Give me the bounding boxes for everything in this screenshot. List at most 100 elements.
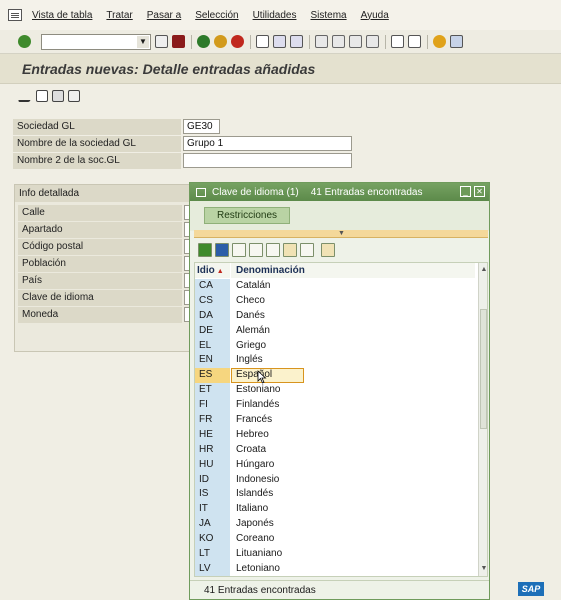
table-row[interactable]: ES Español [195,368,476,384]
menu-utilidades[interactable]: Utilidades [253,10,297,21]
table-row[interactable]: ID Indonesio [195,472,476,488]
table-row[interactable]: ET Estoniano [195,383,476,399]
prev-page-icon[interactable] [332,35,345,48]
shortcut-icon[interactable] [408,35,421,48]
menu-bar: Vista de tabla Tratar Pasar a Selección … [0,0,561,30]
moneda-label: Moneda [18,307,182,323]
table-row[interactable]: CS Checo [195,293,476,309]
table-row[interactable]: CA Catalán [195,279,476,294]
find-next-icon[interactable] [249,243,263,257]
language-key-popup: Clave de idioma (1) 41 Entradas encontra… [189,182,490,600]
nombre-sociedad-field[interactable]: Grupo 1 [183,136,352,151]
table-row[interactable]: KO Coreano [195,532,476,548]
menu-ayuda[interactable]: Ayuda [361,10,389,21]
layout-icon[interactable] [450,35,463,48]
table-row[interactable]: FI Finlandés [195,398,476,414]
language-code-cell: FI [195,398,230,414]
info-icon[interactable] [283,243,297,257]
language-code-cell: ES [195,368,230,384]
help-icon[interactable] [433,35,446,48]
language-name-cell: Español [231,368,476,384]
table-row[interactable]: EN Inglés [195,353,476,369]
language-code-cell: JA [195,517,230,533]
first-page-icon[interactable] [315,35,328,48]
continue-icon[interactable] [198,243,212,257]
page-title: Entradas nuevas: Detalle entradas añadid… [22,60,316,77]
new-session-icon[interactable] [391,35,404,48]
nombre2-sociedad-field[interactable] [183,153,352,168]
table-row[interactable]: DE Alemán [195,323,476,339]
copy-as-icon[interactable] [52,90,64,102]
display-change-icon[interactable] [17,90,35,102]
popup-toolbar [194,241,488,259]
scroll-up-icon[interactable]: ▲ [479,265,487,275]
menu-pasar-a[interactable]: Pasar a [147,10,181,21]
table-row[interactable]: IS Islandés [195,487,476,503]
popup-window-icon [196,187,206,197]
group-title: Info detallada [15,185,193,202]
menu-window-icon[interactable] [8,9,22,21]
table-row[interactable]: LV Letoniano [195,561,476,576]
print-icon[interactable] [300,243,314,257]
find-icon[interactable] [232,243,246,257]
toolbar-separator [309,34,310,49]
language-name-cell: Croata [236,443,267,455]
command-field[interactable]: ▼ [41,33,151,50]
column-header-name[interactable]: Denominación [231,263,475,278]
table-row[interactable]: EL Griego [195,338,476,354]
chevron-down-icon[interactable]: ▼ [137,35,149,48]
table-row[interactable]: LT Lituaniano [195,547,476,562]
scroll-thumb[interactable] [480,309,487,429]
menu-vista-de-tabla[interactable]: Vista de tabla [32,10,92,21]
collapse-restrictions-bar[interactable]: ▼ [194,230,488,238]
language-name-cell: Hebreo [236,428,269,440]
cancel-icon[interactable] [231,35,244,48]
sort-icon[interactable] [266,243,280,257]
green-back-icon[interactable] [197,35,210,48]
table-row[interactable]: HR Croata [195,442,476,458]
language-name-cell: Islandés [236,488,274,500]
scroll-down-icon[interactable]: ▼ [479,564,487,574]
cancel-icon[interactable] [215,243,229,257]
toolbar-separator [385,34,386,49]
language-code-cell: KO [195,532,230,548]
tab-restricciones[interactable]: Restricciones [204,207,290,224]
toolbar-separator [191,34,192,49]
save-icon[interactable] [172,35,185,48]
last-page-icon[interactable] [366,35,379,48]
sociedad-gl-field[interactable]: GE30 [183,119,220,134]
exit-icon[interactable] [214,35,227,48]
info-detallada-group: Info detallada Calle Apartado Código pos… [14,184,194,352]
next-page-icon[interactable] [349,35,362,48]
table-row[interactable]: JA Japonés [195,517,476,533]
table-row[interactable]: HE Hebreo [195,427,476,443]
menu-tratar[interactable]: Tratar [106,10,132,21]
table-row[interactable]: FR Francés [195,413,476,428]
layout-icon[interactable] [321,243,335,257]
language-code-cell: HU [195,457,230,473]
toolbar-separator [250,34,251,49]
new-entries-icon[interactable] [36,90,48,102]
language-code-cell: IS [195,487,230,503]
language-code-cell: EN [195,353,230,369]
close-icon[interactable]: ✕ [474,186,485,197]
table-row[interactable]: DA Danés [195,308,476,324]
delete-icon[interactable] [68,90,80,102]
minimize-icon[interactable]: _ [460,186,471,197]
print-icon[interactable] [256,35,269,48]
menu-seleccion[interactable]: Selección [195,10,238,21]
results-table: Idio ▲ Denominación CA Catalán CS Checo DA Dan… [194,262,488,577]
enter-icon[interactable] [18,35,31,48]
table-rows: CA Catalán CS Checo DA Danés DE Alemán EL Griego E… [195,279,476,576]
vertical-scrollbar[interactable]: ▲ ▼ [478,263,487,576]
menu-sistema[interactable]: Sistema [310,10,346,21]
table-row[interactable]: HU Húngaro [195,457,476,473]
find-icon[interactable] [273,35,286,48]
poblacion-label: Población [18,256,182,272]
back-icon[interactable] [155,35,168,48]
find-next-icon[interactable] [290,35,303,48]
language-name-cell: Estoniano [236,384,281,396]
column-header-code[interactable]: Idio ▲ [195,263,230,278]
table-row[interactable]: IT Italiano [195,502,476,518]
language-name-cell: Coreano [236,533,275,545]
